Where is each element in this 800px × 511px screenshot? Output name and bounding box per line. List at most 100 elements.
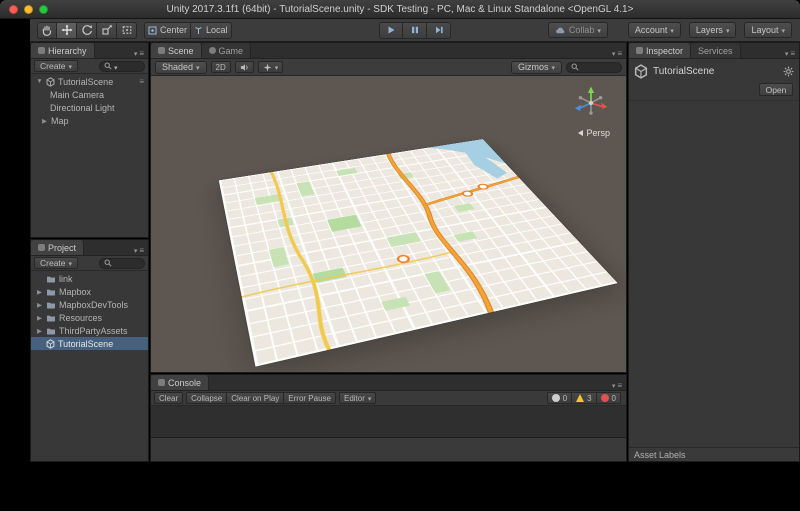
expand-arrow-icon[interactable]: [41, 117, 48, 125]
project-item-resources[interactable]: Resources: [31, 311, 148, 324]
gear-icon[interactable]: [783, 66, 794, 77]
chevron-down-icon: [114, 57, 118, 75]
2d-label: 2D: [215, 62, 226, 72]
hierarchy-item-scene-root[interactable]: TutorialScene: [31, 75, 148, 88]
editor-dropdown[interactable]: Editor: [338, 392, 377, 404]
account-dropdown[interactable]: Account: [627, 22, 681, 38]
scene-audio-toggle[interactable]: [234, 61, 254, 73]
folder-icon: [47, 328, 55, 335]
project-item-tutorialscene[interactable]: TutorialScene: [31, 337, 148, 350]
layout-dropdown[interactable]: Layout: [744, 22, 792, 38]
hierarchy-item-map[interactable]: Map: [31, 114, 148, 127]
hand-tool-button[interactable]: [37, 21, 57, 39]
scene-orientation-gizmo[interactable]: [568, 84, 614, 124]
layers-dropdown[interactable]: Layers: [688, 22, 737, 38]
2d-toggle-button[interactable]: 2D: [210, 61, 231, 73]
zoom-window-button[interactable]: [39, 5, 48, 14]
scale-tool-icon: [101, 25, 112, 35]
pause-button[interactable]: [403, 21, 427, 39]
scene-toolbar-right: Gizmos: [510, 60, 622, 74]
scene-tab-label: Scene: [168, 45, 194, 56]
rect-tool-button[interactable]: [117, 21, 137, 39]
tab-game[interactable]: Game: [201, 43, 252, 58]
search-input[interactable]: [99, 257, 145, 269]
projection-mode-label[interactable]: Persp: [578, 128, 610, 138]
expand-arrow-icon[interactable]: [36, 314, 43, 322]
tab-project[interactable]: Project: [31, 240, 85, 255]
tab-console[interactable]: Console: [151, 375, 210, 390]
gizmos-label: Gizmos: [517, 62, 549, 72]
clear-on-play-toggle[interactable]: Clear on Play: [227, 392, 285, 404]
scale-tool-button[interactable]: [97, 21, 117, 39]
project-item-thirdpartyassets[interactable]: ThirdPartyAssets: [31, 324, 148, 337]
console-log-list[interactable]: [151, 406, 626, 438]
hand-tool-icon: [42, 25, 52, 36]
unity-scene-icon: [46, 76, 55, 87]
tab-hierarchy[interactable]: Hierarchy: [31, 43, 95, 58]
expand-arrow-icon[interactable]: [36, 78, 43, 85]
map-plane-object[interactable]: [218, 139, 618, 367]
create-button[interactable]: Create: [34, 257, 79, 269]
expand-arrow-icon[interactable]: [36, 327, 43, 335]
panel-menu-icon[interactable]: [130, 49, 148, 58]
play-button[interactable]: [379, 21, 403, 39]
play-icon: [388, 26, 395, 34]
gizmos-dropdown[interactable]: Gizmos: [510, 60, 562, 74]
unity-scene-icon: [634, 64, 648, 79]
console-detail-pane[interactable]: [151, 437, 626, 461]
scene-toolbar: Shaded 2D Gizmos: [151, 59, 626, 76]
panel-menu-icon[interactable]: [130, 246, 148, 255]
persp-text: Persp: [586, 128, 610, 138]
tab-services[interactable]: Services: [691, 43, 741, 58]
info-filter-toggle[interactable]: 0: [546, 392, 573, 404]
rotate-tool-icon: [81, 25, 92, 35]
error-filter-toggle[interactable]: 0: [596, 392, 621, 404]
pivot-center-icon: [148, 26, 157, 34]
error-pause-toggle[interactable]: Error Pause: [284, 392, 336, 404]
expand-arrow-icon[interactable]: [36, 288, 43, 296]
search-icon: [571, 63, 579, 71]
panel-menu-icon[interactable]: [608, 49, 626, 58]
scene-viewport[interactable]: Persp: [151, 76, 626, 372]
item-label: Mapbox: [59, 286, 92, 297]
project-item-link[interactable]: link: [31, 272, 148, 285]
shading-mode-dropdown[interactable]: Shaded: [155, 60, 207, 74]
scene-effects-dropdown[interactable]: [257, 61, 284, 73]
scene-menu-icon[interactable]: [139, 77, 148, 86]
step-button[interactable]: [427, 21, 451, 39]
transform-tools: [37, 21, 137, 39]
clear-button[interactable]: Clear: [154, 392, 184, 404]
search-input[interactable]: [99, 60, 145, 72]
tab-scene[interactable]: Scene: [151, 43, 202, 58]
folder-icon: [47, 302, 55, 309]
open-button[interactable]: Open: [759, 83, 793, 96]
console-tabbar: Console: [151, 375, 626, 391]
asset-labels-bar[interactable]: Asset Labels: [629, 447, 799, 461]
expand-arrow-icon[interactable]: [36, 301, 43, 309]
hierarchy-item-directional-light[interactable]: Directional Light: [31, 101, 148, 114]
move-tool-icon: [61, 24, 72, 36]
collapse-toggle[interactable]: Collapse: [186, 392, 228, 404]
project-tabbar: Project: [31, 240, 148, 256]
panel-menu-icon[interactable]: [781, 49, 799, 58]
folder-icon: [47, 276, 55, 283]
space-toggle-button[interactable]: Local: [191, 21, 232, 39]
scene-search-input[interactable]: [566, 61, 622, 73]
layers-label: Layers: [695, 25, 723, 35]
project-item-mapboxdevtools[interactable]: MapboxDevTools: [31, 298, 148, 311]
panel-menu-icon[interactable]: [608, 381, 626, 390]
shading-mode-label: Shaded: [162, 62, 194, 72]
create-button[interactable]: Create: [34, 60, 79, 72]
project-item-mapbox[interactable]: Mapbox: [31, 285, 148, 298]
minimize-window-button[interactable]: [24, 5, 33, 14]
move-tool-button[interactable]: [57, 21, 77, 39]
item-label: Resources: [59, 312, 103, 323]
pivot-toggle-button[interactable]: Center: [144, 21, 192, 39]
warning-filter-toggle[interactable]: 3: [572, 392, 597, 404]
close-window-button[interactable]: [9, 5, 18, 14]
scene-tabbar: Scene Game: [151, 43, 626, 59]
collab-dropdown[interactable]: Collab: [547, 22, 608, 38]
rotate-tool-button[interactable]: [77, 21, 97, 39]
hierarchy-item-main-camera[interactable]: Main Camera: [31, 88, 148, 101]
tab-inspector[interactable]: Inspector: [629, 43, 692, 58]
